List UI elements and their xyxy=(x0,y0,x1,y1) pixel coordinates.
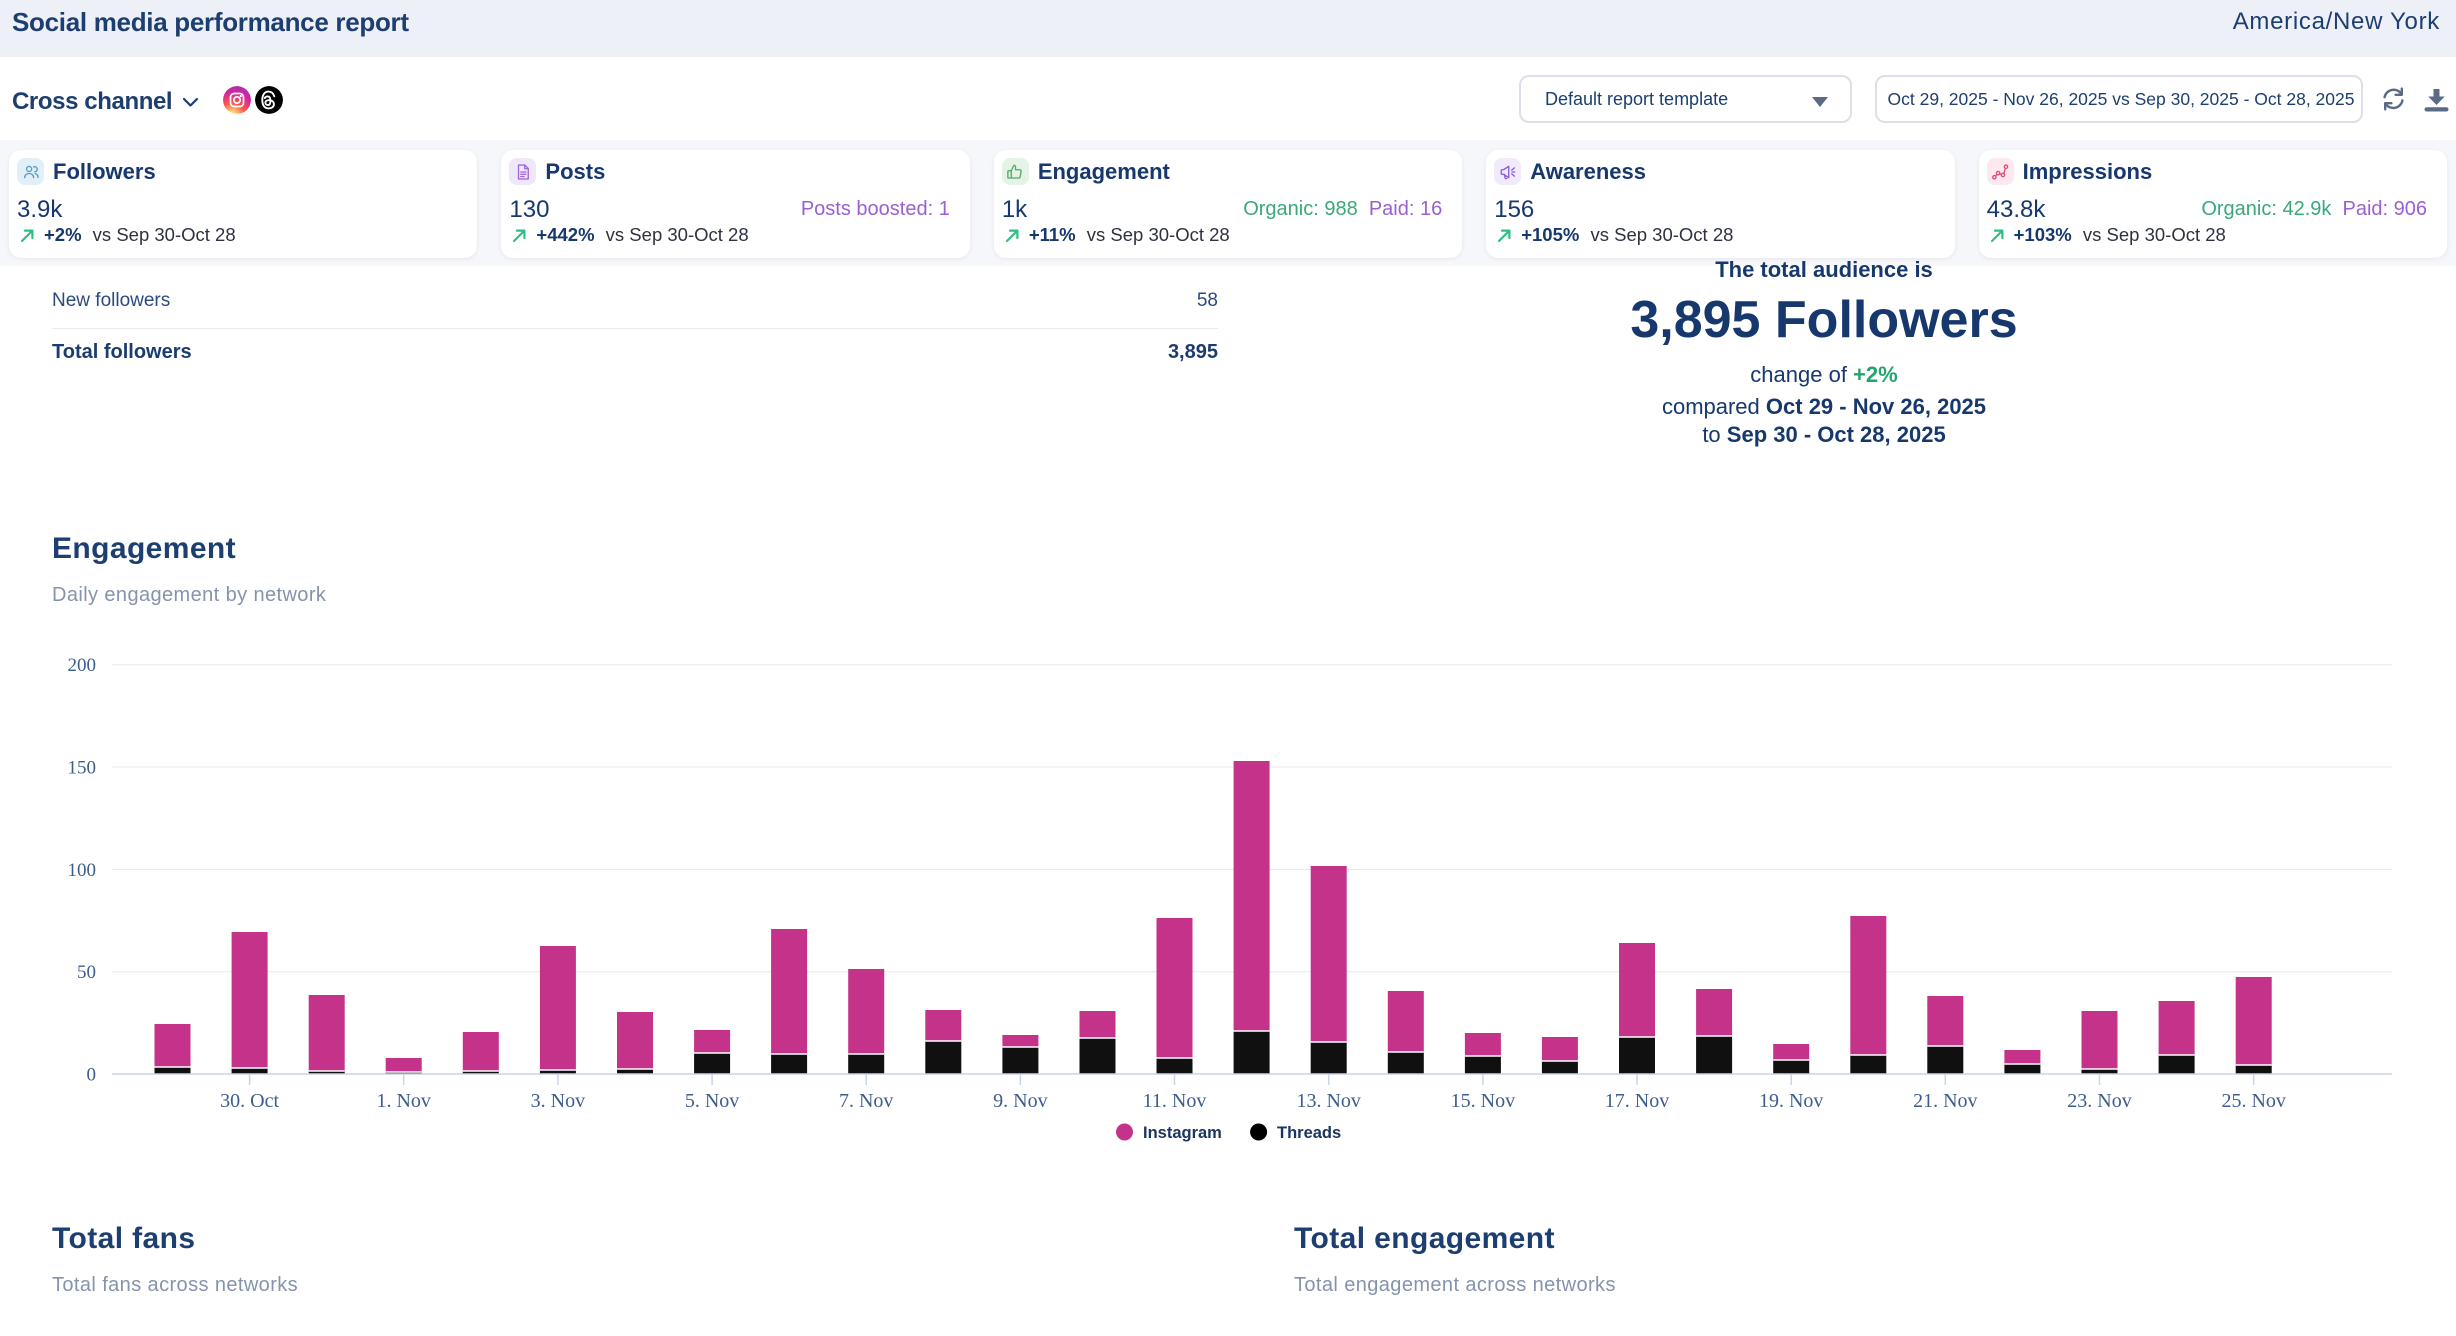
svg-text:11. Nov: 11. Nov xyxy=(1143,1090,1207,1112)
svg-text:200: 200 xyxy=(68,655,97,676)
svg-text:50: 50 xyxy=(77,962,96,983)
svg-text:1. Nov: 1. Nov xyxy=(376,1090,430,1112)
svg-text:15. Nov: 15. Nov xyxy=(1451,1090,1515,1112)
svg-text:3. Nov: 3. Nov xyxy=(531,1090,585,1112)
svg-text:9. Nov: 9. Nov xyxy=(993,1090,1047,1112)
svg-text:25. Nov: 25. Nov xyxy=(2221,1090,2285,1112)
svg-text:13. Nov: 13. Nov xyxy=(1296,1090,1360,1112)
svg-text:0: 0 xyxy=(87,1065,97,1086)
svg-text:Instagram: Instagram xyxy=(1143,1124,1222,1142)
svg-text:30. Oct: 30. Oct xyxy=(220,1090,279,1112)
svg-text:100: 100 xyxy=(68,860,97,881)
svg-text:21. Nov: 21. Nov xyxy=(1913,1090,1977,1112)
svg-text:7. Nov: 7. Nov xyxy=(839,1090,893,1112)
svg-text:Threads: Threads xyxy=(1277,1124,1341,1142)
svg-text:5. Nov: 5. Nov xyxy=(685,1090,739,1112)
svg-text:19. Nov: 19. Nov xyxy=(1759,1090,1823,1112)
svg-text:150: 150 xyxy=(68,758,97,779)
svg-text:17. Nov: 17. Nov xyxy=(1605,1090,1669,1112)
svg-text:23. Nov: 23. Nov xyxy=(2067,1090,2131,1112)
